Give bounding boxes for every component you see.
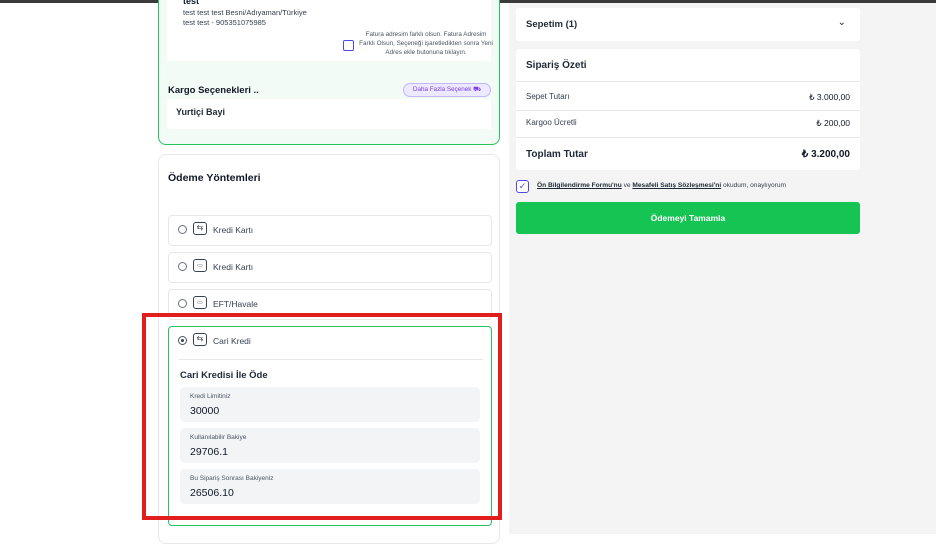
order-summary-title: Sipariş Özeti [526,60,587,71]
radio-button[interactable] [178,225,187,234]
payment-option-label: EFT/Havale [213,299,258,309]
radio-button[interactable] [178,299,187,308]
cargo-options-title: Kargo Seçenekleri .. [168,85,259,96]
complete-payment-button[interactable]: Ödemeyi Tamamla [516,202,860,234]
order-summary: Sipariş Özeti Sepet Tutarı ₺ 3.000,00 Ka… [516,49,860,170]
radio-button[interactable] [178,262,187,271]
terms-connector: ve [621,182,633,189]
payment-option-credit-card[interactable]: ⇆ Kredi Kartı [168,215,492,246]
divider [516,110,860,111]
more-options-button[interactable]: Daha Fazla Seçenek ⛟ [403,83,491,97]
summary-row-value: ₺ 200,00 [816,118,850,128]
cargo-option-label: Yurtiçi Bayi [176,107,226,117]
payment-option-label: Kredi Kartı [213,225,254,235]
cart-title: Sepetim (1) [526,19,578,30]
address-cargo-card: test test test test Besni/Adıyaman/Türki… [158,0,500,145]
highlight-annotation [142,313,502,520]
address-name: test [183,0,200,6]
payment-option-credit-card-2[interactable]: ▭ Kredi Kartı [168,252,492,283]
billing-address-checkbox[interactable] [343,40,354,51]
distance-sales-contract-link[interactable]: Mesafeli Satış Sözleşmesi'ni [632,182,721,189]
terms-text: Ön Bilgilendirme Formu'nu ve Mesafeli Sa… [537,182,786,189]
total-label: Toplam Tutar [526,149,588,160]
address-line: test test test Besni/Adıyaman/Türkiye [183,8,307,17]
total-value: ₺ 3.200,00 [801,149,850,160]
more-options-label: Daha Fazla Seçenek [412,86,472,93]
summary-row-label: Sepet Tutarı [526,92,570,101]
address-box: test test test test Besni/Adıyaman/Türki… [167,0,493,61]
preliminary-info-link[interactable]: Ön Bilgilendirme Formu'nu [537,182,622,189]
summary-row-label: Kargoo Ücretli [526,118,577,127]
cargo-option[interactable]: Yurtiçi Bayi [167,99,491,129]
terms-suffix: okudum, onaylıyorum [721,182,787,189]
credit-card-icon: ▭ [193,259,207,272]
payment-methods-title: Ödeme Yöntemleri [168,172,261,184]
address-phone: test test - 905351075985 [183,18,266,27]
terms-checkbox[interactable]: ✓ [516,180,529,193]
transfer-icon: ⇆ [193,222,207,235]
chevron-down-icon[interactable]: ⌄ [838,17,846,28]
cart-header[interactable]: Sepetim (1) ⌄ [516,8,860,41]
check-icon: ✓ [518,181,527,191]
payment-option-label: Kredi Kartı [213,262,254,272]
billing-address-note: Fatura adresim farklı olsun. Fatura Adre… [359,31,493,56]
credit-card-icon: ▭ [193,296,207,309]
truck-icon: ⛟ [473,86,482,93]
summary-row-value: ₺ 3.000,00 [809,92,850,102]
divider [516,81,860,82]
divider [516,137,860,138]
